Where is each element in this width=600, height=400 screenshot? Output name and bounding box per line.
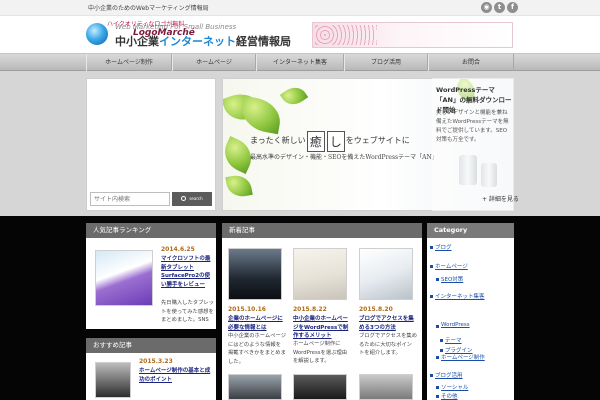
post-title-link[interactable]: ブログでアクセスを集める3つの方法	[359, 315, 417, 332]
bullet-icon	[440, 349, 443, 352]
search-button[interactable]: search	[172, 192, 212, 206]
nav-item-web-production[interactable]: ホームページ制作	[86, 54, 172, 71]
search-input[interactable]	[90, 192, 170, 206]
nav-item-contact[interactable]: お問合	[428, 54, 514, 71]
post-date: 2015.8.22	[293, 306, 327, 313]
slider-headline: まったく新しい癒しをウェブサイトに	[250, 131, 410, 152]
post-title-link[interactable]: 企業のホームページに必要な情報とは	[228, 315, 286, 332]
twitter-icon[interactable]: t	[494, 2, 505, 13]
post-thumbnail[interactable]	[293, 374, 347, 400]
bullet-icon	[436, 386, 439, 389]
post-thumbnail[interactable]	[228, 374, 282, 400]
bullet-icon	[436, 278, 439, 281]
post-excerpt: ブログでアクセスを集めるために大切なポイントを紹介します。	[359, 333, 417, 356]
leaf-decoration-icon	[279, 82, 309, 110]
category-link[interactable]: ソーシャル	[441, 383, 468, 391]
bullet-icon	[440, 339, 443, 342]
post-title-link[interactable]: 中小企業のホームページをWordPressで制作するメリット	[293, 315, 351, 341]
bullet-icon	[430, 374, 433, 377]
leaf-decoration-icon	[225, 173, 253, 199]
bullet-icon	[430, 265, 433, 268]
category-link[interactable]: その他	[441, 392, 458, 400]
slider-caption-body: 美しいデザインと機能を兼ね備えたWordPressテーマを無料でご提供しています…	[436, 110, 509, 143]
post-thumbnail[interactable]	[359, 374, 413, 400]
post-date: 2015.3.23	[139, 358, 173, 365]
recommended-header: おすすめ記事	[86, 338, 216, 353]
facebook-icon[interactable]: f	[507, 2, 518, 13]
surface-thumbnail[interactable]	[95, 250, 153, 306]
recommended-thumbnail[interactable]	[95, 362, 131, 398]
nav-item-homepage[interactable]: ホームページ	[172, 54, 256, 71]
post-excerpt: 中小企業のホームページにはどのような情報を掲載すべきかをまとめました。	[228, 333, 286, 365]
top-strip: 中小企業のためのWebマーケティング情報局 ◉ t f	[0, 0, 600, 16]
category-link[interactable]: ホームページ制作	[441, 353, 485, 361]
category-link[interactable]: SEO対策	[441, 275, 463, 283]
globe-logo-icon[interactable]	[86, 23, 108, 45]
logomarche-banner[interactable]	[312, 22, 513, 48]
bullet-icon	[436, 395, 439, 398]
nav-item-blog[interactable]: ブログ活用	[344, 54, 428, 71]
search-button-label: search	[189, 196, 203, 201]
post-title-link[interactable]: マイクロソフトの最新タブレットSurfacePro2の使い勝手をレビュー	[161, 255, 213, 289]
bullet-icon	[436, 325, 439, 328]
category-link[interactable]: ブログ	[435, 243, 452, 251]
slider-subcopy: 最高水準のデザイン・機能・SEOを備えたWordPressテーマ「AN」	[250, 154, 438, 161]
rss-icon[interactable]: ◉	[481, 2, 492, 13]
new-posts-header: 新着記事	[222, 223, 422, 238]
nav-item-attract[interactable]: インターネット集客	[256, 54, 344, 71]
category-header: Category	[427, 223, 514, 238]
floral-ornament-icon	[315, 25, 377, 45]
leaf-decoration-icon	[238, 95, 284, 135]
category-link[interactable]: WordPress	[441, 322, 470, 328]
site-header: Web Marketing For Small Business 中小企業インタ…	[0, 16, 600, 53]
post-thumbnail[interactable]	[228, 248, 282, 300]
category-link[interactable]: テーマ	[445, 336, 462, 344]
post-thumbnail[interactable]	[359, 248, 413, 300]
popular-posts-header: 人気記事ランキング	[86, 223, 216, 238]
post-excerpt: 先日購入したタブレットを使ってみた感想をまとめました。SNSやブログの更新、ホー…	[161, 300, 214, 323]
search-icon	[181, 196, 187, 201]
bullet-icon	[430, 246, 433, 249]
global-nav: ホームページ制作 ホームページ インターネット集客 ブログ活用 お問合	[0, 53, 600, 71]
bullet-icon	[436, 356, 439, 359]
bullet-icon	[430, 295, 433, 298]
post-date: 2015.8.20	[359, 306, 393, 313]
category-link[interactable]: ブログ活用	[435, 371, 463, 379]
post-thumbnail[interactable]	[293, 248, 347, 300]
post-title-link[interactable]: ホームページ制作の基本と成功のポイント	[139, 367, 213, 384]
banner-headline: ハイクオリティなロゴが無料	[107, 21, 185, 28]
category-link[interactable]: ホームページ	[435, 262, 468, 270]
site-tagline: 中小企業のためのWebマーケティング情報局	[88, 5, 209, 12]
post-date: 2015.10.16	[228, 306, 266, 313]
post-excerpt: ホームページ制作にWordPressを選ぶ理由を解説します。	[293, 341, 348, 364]
category-link[interactable]: インターネット集客	[435, 292, 485, 300]
banner-brand: LogoMarché	[133, 28, 195, 38]
slider-more-link[interactable]: + 詳細を見る	[482, 194, 519, 203]
post-date: 2014.6.25	[161, 246, 195, 253]
